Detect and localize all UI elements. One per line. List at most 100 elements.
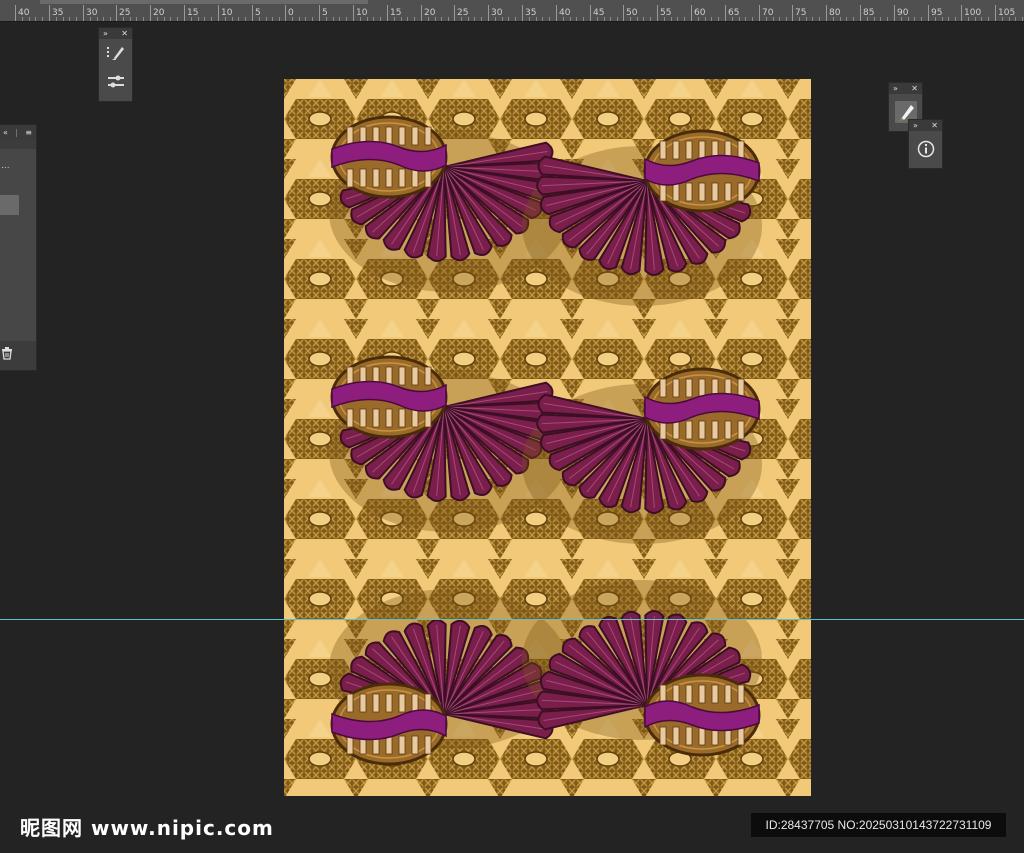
ruler-minor-tick (259, 17, 260, 21)
ruler-minor-tick (170, 17, 171, 21)
ruler-major-tick (657, 5, 658, 21)
ruler-tick-label: 15 (390, 8, 402, 18)
ruler-tick-label: 35 (525, 8, 537, 18)
ruler-minor-tick (684, 17, 685, 21)
ruler-minor-tick (339, 17, 340, 21)
ruler-minor-tick (97, 17, 98, 21)
ruler-tick-label: 35 (52, 8, 64, 18)
ruler-minor-tick (204, 17, 205, 21)
ruler-minor-tick (597, 17, 598, 21)
ruler-minor-tick (664, 17, 665, 21)
ruler-minor-tick (401, 17, 402, 21)
ruler-tick-label: 100 (964, 8, 982, 18)
ruler-minor-tick (1022, 17, 1023, 21)
ruler-minor-tick (515, 17, 516, 21)
ruler-minor-tick (481, 17, 482, 21)
textile-artwork (284, 79, 811, 796)
close-icon[interactable]: ✕ (911, 84, 918, 93)
ruler-tick-label: 15 (187, 8, 199, 18)
ruler-minor-tick (299, 17, 300, 21)
menu-icon[interactable]: ≡ (25, 128, 32, 137)
ruler-minor-tick (536, 17, 537, 21)
brush-settings-button[interactable] (99, 39, 132, 67)
ruler-minor-tick (867, 17, 868, 21)
ruler-minor-tick (164, 17, 165, 21)
ruler-minor-tick (22, 17, 23, 21)
ruler-minor-tick (76, 17, 77, 21)
layers-panel-titlebar: « | ≡ (0, 125, 36, 139)
ruler-minor-tick (604, 17, 605, 21)
ruler-minor-tick (942, 17, 943, 21)
ruler-major-tick (759, 5, 760, 21)
ruler-minor-tick (157, 17, 158, 21)
ruler-minor-tick (35, 17, 36, 21)
close-icon[interactable]: ✕ (121, 29, 128, 38)
ruler-minor-tick (380, 17, 381, 21)
ruler-tick-label: 80 (829, 8, 841, 18)
ruler-major-tick (488, 5, 489, 21)
ruler-minor-tick (874, 17, 875, 21)
ruler-minor-tick (643, 17, 644, 21)
ruler-minor-tick (955, 17, 956, 21)
ruler-tick-label: 65 (728, 8, 740, 18)
ruler-minor-tick (326, 17, 327, 21)
ruler-minor-tick (630, 17, 631, 21)
ruler-minor-tick (901, 17, 902, 21)
layer-item-text[interactable]: ... (1, 161, 10, 171)
ruler-minor-tick (711, 17, 712, 21)
document-canvas[interactable] (284, 79, 811, 796)
ruler-major-tick (387, 5, 388, 21)
ruler-minor-tick (840, 17, 841, 21)
brush-panel-titlebar: » ✕ (889, 83, 922, 94)
expand-icon[interactable]: » (913, 121, 918, 130)
ruler-minor-tick (123, 17, 124, 21)
ruler-minor-tick (570, 17, 571, 21)
expand-icon[interactable]: » (103, 29, 108, 38)
close-icon[interactable]: ✕ (931, 121, 938, 130)
ruler-minor-tick (495, 17, 496, 21)
ruler-minor-tick (360, 17, 361, 21)
ruler-minor-tick (542, 17, 543, 21)
trash-icon[interactable] (1, 347, 13, 360)
ruler-major-tick (421, 5, 422, 21)
ruler-minor-tick (211, 17, 212, 21)
ruler-major-tick (319, 5, 320, 21)
expand-icon[interactable]: » (893, 84, 898, 93)
ruler-minor-tick (529, 17, 530, 21)
layer-item-selected[interactable] (0, 195, 19, 215)
ruler-tick-label: 75 (795, 8, 807, 18)
ruler-minor-tick (887, 17, 888, 21)
horizontal-ruler[interactable]: 40 35 30 25 20 15 10 5 0 5 10 15 20 25 30 35 40 45 50 55 60 6… (0, 0, 1024, 22)
adjustments-button[interactable] (99, 67, 132, 95)
collapse-icon[interactable]: « (3, 128, 8, 137)
ruler-minor-tick (968, 17, 969, 21)
ruler-minor-tick (921, 17, 922, 21)
ruler-minor-tick (671, 17, 672, 21)
horizontal-guide-line[interactable] (0, 619, 1024, 620)
ruler-major-tick (454, 5, 455, 21)
ruler-tick-label: 40 (18, 8, 30, 18)
info-button[interactable] (909, 131, 942, 167)
info-panel-titlebar: » ✕ (909, 120, 942, 131)
ruler-minor-tick (914, 17, 915, 21)
ruler-tick-label: 90 (897, 8, 909, 18)
ruler-minor-tick (130, 17, 131, 21)
ruler-minor-tick (103, 17, 104, 21)
ruler-tick-label: 10 (221, 8, 233, 18)
ruler-tick-label: 40 (559, 8, 571, 18)
ruler-minor-tick (333, 17, 334, 21)
ruler-minor-tick (468, 17, 469, 21)
ruler-major-tick (894, 5, 895, 21)
ruler-minor-tick (853, 17, 854, 21)
info-panel: » ✕ (908, 119, 943, 169)
ruler-major-tick (83, 5, 84, 21)
ruler-major-tick (49, 5, 50, 21)
tools-panel-titlebar: » ✕ (99, 28, 132, 39)
ruler-minor-tick (563, 17, 564, 21)
ruler-minor-tick (63, 17, 64, 21)
ruler-minor-tick (474, 17, 475, 21)
layers-panel: « | ≡ ... (0, 124, 37, 371)
ruler-tick-label: 60 (694, 8, 706, 18)
ruler-major-tick (116, 5, 117, 21)
ruler-minor-tick (266, 17, 267, 21)
